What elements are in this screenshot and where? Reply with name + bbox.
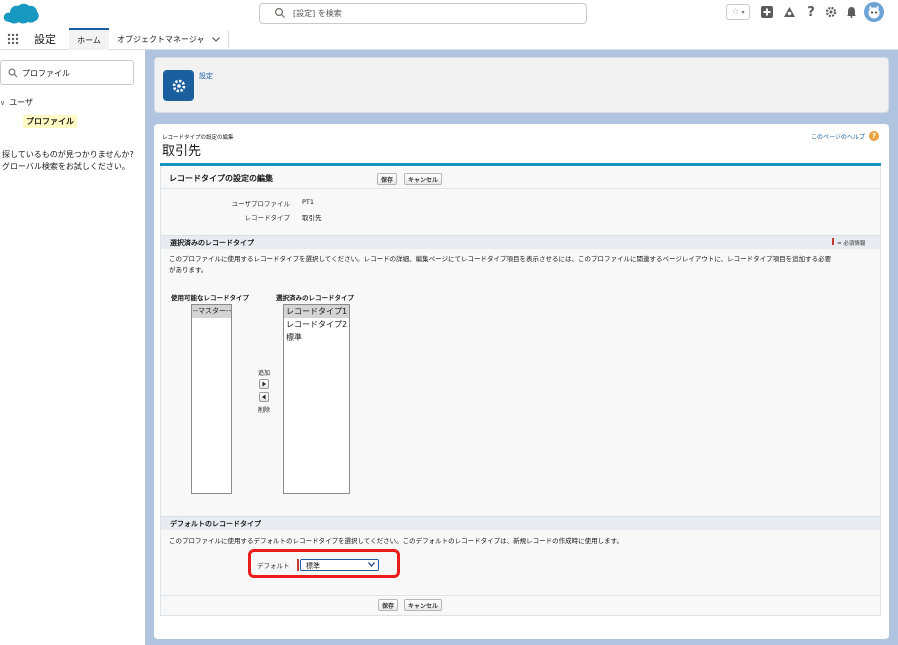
remove-arrow-button[interactable] [259, 392, 269, 402]
footer-divider [161, 595, 880, 596]
save-button-bottom[interactable]: 保存 [378, 599, 399, 611]
search-icon [274, 7, 285, 18]
default-description: このプロファイルに使用するデフォルトのレコードタイプを選択してください。このデフ… [169, 537, 623, 545]
selected-description: このプロファイルに使用するレコードタイプを選択してください。レコードの詳細、編集… [169, 254, 877, 276]
default-record-type-select[interactable]: 標準 [300, 559, 379, 571]
quick-find-input[interactable]: プロファイル [0, 60, 134, 85]
app-name: 設定 [34, 33, 56, 46]
add-arrow-button[interactable] [259, 379, 269, 389]
field-value-record-type: 取引先 [302, 214, 322, 222]
help-icon[interactable]: ? [802, 3, 820, 21]
section-title-default: デフォルトのレコードタイプ [170, 520, 261, 528]
selected-record-types-list[interactable]: レコードタイプ1 レコードタイプ2 標準 [283, 304, 350, 494]
nav-divider [228, 30, 229, 48]
setup-header-card [154, 57, 889, 113]
cancel-button[interactable]: キャンセル [404, 173, 443, 185]
app-launcher-icon[interactable] [7, 33, 19, 45]
sidebar-help-line-2: グローバル検索をお試しください。 [2, 162, 130, 171]
chevron-down-icon: ∨ [0, 99, 6, 107]
required-indicator [832, 238, 834, 245]
avatar[interactable] [864, 2, 884, 22]
trailhead-icon[interactable] [780, 3, 798, 21]
field-label-record-type: レコードタイプ [244, 214, 291, 222]
chevron-down-icon[interactable] [212, 36, 221, 42]
favorites-icon[interactable]: ☆ ▾ [726, 4, 750, 20]
available-record-types-list[interactable]: --マスター-- [191, 304, 232, 494]
cancel-button-bottom[interactable]: キャンセル [404, 599, 443, 611]
default-record-type-value: 標準 [306, 562, 320, 570]
selected-list-label: 選択済みのレコードタイプ [276, 294, 354, 302]
chevron-down-icon [368, 562, 375, 567]
add-label: 追加 [258, 370, 271, 377]
help-icon[interactable]: ? [869, 131, 879, 141]
list-item[interactable]: レコードタイプ2 [284, 318, 349, 331]
default-label: デフォルト [257, 562, 290, 570]
tab-object-manager-label: オブジェクトマネージャ [117, 34, 205, 44]
selected-description-line-1: このプロファイルに使用するレコードタイプを選択してください。レコードの詳細、編集… [169, 255, 832, 263]
notification-bell-icon[interactable] [842, 3, 860, 21]
arrow-left-icon [262, 394, 266, 400]
section-header-selected [161, 235, 880, 249]
list-item[interactable]: 標準 [284, 331, 349, 344]
section-title-selected: 選択済みのレコードタイプ [170, 239, 254, 247]
field-label-user-profile: ユーザプロファイル [231, 200, 290, 208]
edit-block-title: レコードタイプの設定の編集 [169, 174, 273, 183]
sidebar-help-line-1: 探しているものが見つかりませんか? [2, 150, 134, 159]
page-help-link[interactable]: このページのヘルプ [811, 132, 865, 141]
tab-home[interactable]: ホーム [69, 28, 109, 50]
setup-header-label[interactable]: 設定 [199, 71, 213, 81]
remove-label: 削除 [258, 407, 271, 414]
selected-description-line-2: があります。 [169, 266, 208, 274]
field-value-user-profile: PT1 [302, 198, 315, 206]
global-actions-icon[interactable] [758, 3, 776, 21]
salesforce-logo-icon[interactable] [2, 2, 40, 26]
search-icon [8, 68, 18, 78]
required-indicator [297, 559, 299, 571]
page-title: 取引先 [162, 144, 202, 159]
global-search-placeholder: [設定] を検索 [293, 9, 342, 18]
list-item[interactable]: --マスター-- [192, 305, 231, 318]
tree-node-user-label: ユーザ [9, 98, 33, 107]
setup-gear-icon [163, 70, 194, 101]
required-legend: = 必須情報 [837, 241, 866, 247]
gear-icon[interactable] [822, 3, 840, 21]
section-header-default [161, 516, 880, 530]
sidebar-help-text: 探しているものが見つかりませんか? グローバル検索をお試しください。 [2, 149, 134, 173]
tree-node-profile[interactable]: プロファイル [23, 115, 77, 128]
quick-find-value: プロファイル [22, 69, 70, 78]
list-item[interactable]: レコードタイプ1 [284, 305, 349, 318]
global-search-input[interactable]: [設定] を検索 [259, 3, 587, 24]
available-list-label: 使用可能なレコードタイプ [171, 294, 249, 302]
tab-object-manager[interactable]: オブジェクトマネージャ [113, 28, 228, 50]
arrow-right-icon [262, 381, 266, 387]
tree-node-user[interactable]: ∨ ユーザ [0, 97, 33, 108]
save-button[interactable]: 保存 [377, 173, 398, 185]
header-utility-icons: ☆ ▾ ? [726, 2, 886, 25]
